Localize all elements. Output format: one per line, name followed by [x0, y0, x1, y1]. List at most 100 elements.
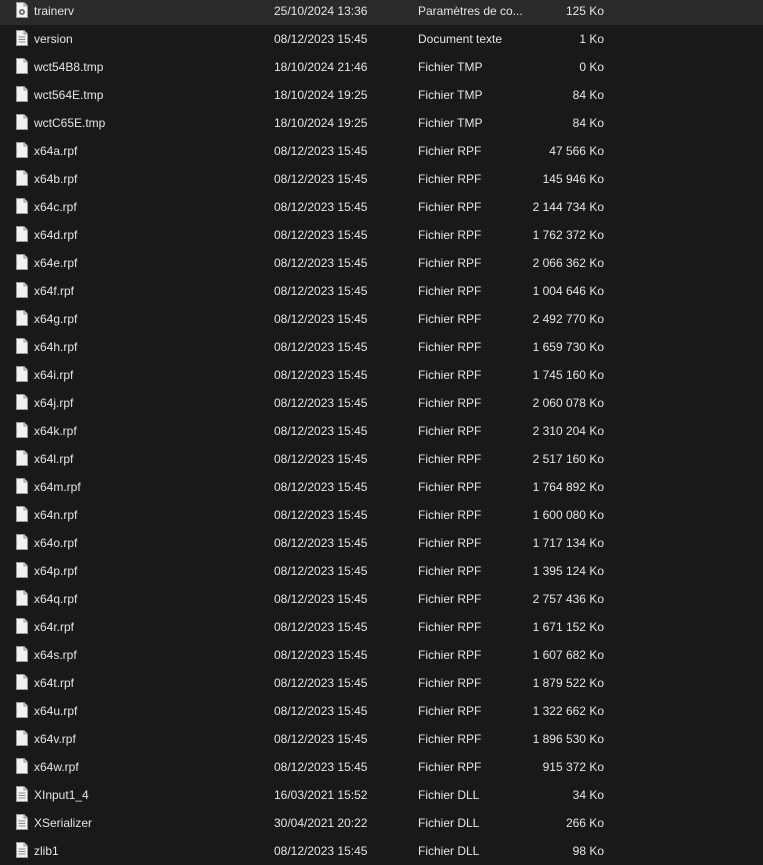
file-row[interactable]: x64h.rpf 08/12/2023 15:45 Fichier RPF 1 659… — [0, 333, 763, 361]
file-row[interactable]: x64d.rpf 08/12/2023 15:45 Fichier RPF 1 762… — [0, 221, 763, 249]
file-row[interactable]: XSerializer 30/04/2021 20:22 Fichier DLL 26… — [0, 809, 763, 837]
file-name: wct564E.tmp — [34, 88, 104, 102]
file-name: x64j.rpf — [34, 396, 74, 410]
file-row[interactable]: wct54B8.tmp 18/10/2024 21:46 Fichier TMP 0 … — [0, 53, 763, 81]
file-size: 2 517 160 Ko — [532, 452, 604, 466]
file-date-modified: 16/03/2021 15:52 — [274, 788, 368, 802]
file-name: x64l.rpf — [34, 452, 74, 466]
file-icon — [16, 753, 30, 781]
file-row[interactable]: wctC65E.tmp 18/10/2024 19:25 Fichier TMP 84… — [0, 109, 763, 137]
file-size: 2 492 770 Ko — [532, 312, 604, 326]
file-name: x64q.rpf — [34, 592, 78, 606]
file-icon — [16, 333, 30, 361]
file-name: version — [34, 32, 73, 46]
file-type: Fichier TMP — [418, 60, 483, 74]
file-icon — [16, 193, 30, 221]
file-type: Fichier RPF — [418, 424, 482, 438]
file-type: Fichier RPF — [418, 620, 482, 634]
file-type: Fichier RPF — [418, 480, 482, 494]
file-date-modified: 08/12/2023 15:45 — [274, 592, 368, 606]
file-type: Fichier DLL — [418, 844, 480, 858]
file-type: Fichier RPF — [418, 144, 482, 158]
file-row[interactable]: zlib1 08/12/2023 15:45 Fichier DLL 98 Ko — [0, 837, 763, 865]
file-row[interactable]: trainerv 25/10/2024 13:36 Paramètres de co… — [0, 0, 763, 25]
file-date-modified: 08/12/2023 15:45 — [274, 620, 368, 634]
file-icon — [16, 445, 30, 473]
file-name: x64c.rpf — [34, 200, 77, 214]
file-row[interactable]: x64n.rpf 08/12/2023 15:45 Fichier RPF 1 600… — [0, 501, 763, 529]
file-icon — [16, 473, 30, 501]
file-icon — [16, 109, 30, 137]
file-row[interactable]: x64w.rpf 08/12/2023 15:45 Fichier RPF 915 3… — [0, 753, 763, 781]
file-row[interactable]: x64f.rpf 08/12/2023 15:45 Fichier RPF 1 004… — [0, 277, 763, 305]
file-row[interactable]: x64e.rpf 08/12/2023 15:45 Fichier RPF 2 066… — [0, 249, 763, 277]
file-date-modified: 08/12/2023 15:45 — [274, 228, 368, 242]
file-row[interactable]: x64c.rpf 08/12/2023 15:45 Fichier RPF 2 144… — [0, 193, 763, 221]
file-row[interactable]: x64g.rpf 08/12/2023 15:45 Fichier RPF 2 492… — [0, 305, 763, 333]
file-row[interactable]: x64r.rpf 08/12/2023 15:45 Fichier RPF 1 671… — [0, 613, 763, 641]
file-date-modified: 08/12/2023 15:45 — [274, 368, 368, 382]
file-icon — [16, 641, 30, 669]
file-size: 1 762 372 Ko — [532, 228, 604, 242]
file-row[interactable]: x64l.rpf 08/12/2023 15:45 Fichier RPF 2 517… — [0, 445, 763, 473]
file-row[interactable]: x64u.rpf 08/12/2023 15:45 Fichier RPF 1 322… — [0, 697, 763, 725]
file-type: Fichier RPF — [418, 368, 482, 382]
file-type: Fichier RPF — [418, 256, 482, 270]
file-row[interactable]: x64k.rpf 08/12/2023 15:45 Fichier RPF 2 310… — [0, 417, 763, 445]
file-size: 125 Ko — [565, 4, 604, 18]
file-row[interactable]: x64q.rpf 08/12/2023 15:45 Fichier RPF 2 757… — [0, 585, 763, 613]
file-size: 2 310 204 Ko — [532, 424, 604, 438]
file-size: 1 717 134 Ko — [532, 536, 604, 550]
file-row[interactable]: x64j.rpf 08/12/2023 15:45 Fichier RPF 2 060… — [0, 389, 763, 417]
file-type: Fichier RPF — [418, 648, 482, 662]
file-row[interactable]: wct564E.tmp 18/10/2024 19:25 Fichier TMP 84… — [0, 81, 763, 109]
file-row[interactable]: version 08/12/2023 15:45 Document texte 1 K… — [0, 25, 763, 53]
file-size: 1 395 124 Ko — [532, 564, 604, 578]
file-row[interactable]: x64a.rpf 08/12/2023 15:45 Fichier RPF 47 56… — [0, 137, 763, 165]
dll-file-icon — [16, 781, 30, 809]
file-date-modified: 08/12/2023 15:45 — [274, 844, 368, 858]
file-type: Fichier RPF — [418, 200, 482, 214]
file-name: x64b.rpf — [34, 172, 78, 186]
file-name: x64p.rpf — [34, 564, 78, 578]
file-row[interactable]: x64s.rpf 08/12/2023 15:45 Fichier RPF 1 607… — [0, 641, 763, 669]
file-row[interactable]: x64m.rpf 08/12/2023 15:45 Fichier RPF 1 764… — [0, 473, 763, 501]
file-name: x64n.rpf — [34, 508, 78, 522]
file-size: 47 566 Ko — [549, 144, 604, 158]
file-type: Paramètres de co... — [418, 4, 523, 18]
file-icon — [16, 277, 30, 305]
file-icon — [16, 557, 30, 585]
file-name: x64t.rpf — [34, 676, 75, 690]
file-size: 2 144 734 Ko — [532, 200, 604, 214]
file-size: 84 Ko — [572, 116, 604, 130]
file-name: trainerv — [34, 4, 75, 18]
settings-file-icon — [16, 0, 30, 25]
file-date-modified: 08/12/2023 15:45 — [274, 396, 368, 410]
file-icon — [16, 501, 30, 529]
file-row[interactable]: x64o.rpf 08/12/2023 15:45 Fichier RPF 1 717… — [0, 529, 763, 557]
file-icon — [16, 669, 30, 697]
file-date-modified: 08/12/2023 15:45 — [274, 704, 368, 718]
file-type: Fichier RPF — [418, 536, 482, 550]
file-type: Fichier RPF — [418, 172, 482, 186]
file-type: Fichier RPF — [418, 732, 482, 746]
file-date-modified: 08/12/2023 15:45 — [274, 144, 368, 158]
file-icon — [16, 305, 30, 333]
file-date-modified: 18/10/2024 19:25 — [274, 116, 368, 130]
file-row[interactable]: x64p.rpf 08/12/2023 15:45 Fichier RPF 1 395… — [0, 557, 763, 585]
file-icon — [16, 249, 30, 277]
file-name: x64a.rpf — [34, 144, 78, 158]
file-size: 1 764 892 Ko — [532, 480, 604, 494]
file-date-modified: 18/10/2024 21:46 — [274, 60, 368, 74]
file-size: 915 372 Ko — [542, 760, 604, 774]
file-row[interactable]: x64t.rpf 08/12/2023 15:45 Fichier RPF 1 879… — [0, 669, 763, 697]
dll-file-icon — [16, 837, 30, 865]
file-date-modified: 08/12/2023 15:45 — [274, 172, 368, 186]
file-row[interactable]: x64i.rpf 08/12/2023 15:45 Fichier RPF 1 745… — [0, 361, 763, 389]
file-type: Fichier RPF — [418, 704, 482, 718]
file-name: x64e.rpf — [34, 256, 78, 270]
file-row[interactable]: XInput1_4 16/03/2021 15:52 Fichier DLL 34 K… — [0, 781, 763, 809]
file-row[interactable]: x64v.rpf 08/12/2023 15:45 Fichier RPF 1 896… — [0, 725, 763, 753]
file-name: x64v.rpf — [34, 732, 76, 746]
file-row[interactable]: x64b.rpf 08/12/2023 15:45 Fichier RPF 145 9… — [0, 165, 763, 193]
